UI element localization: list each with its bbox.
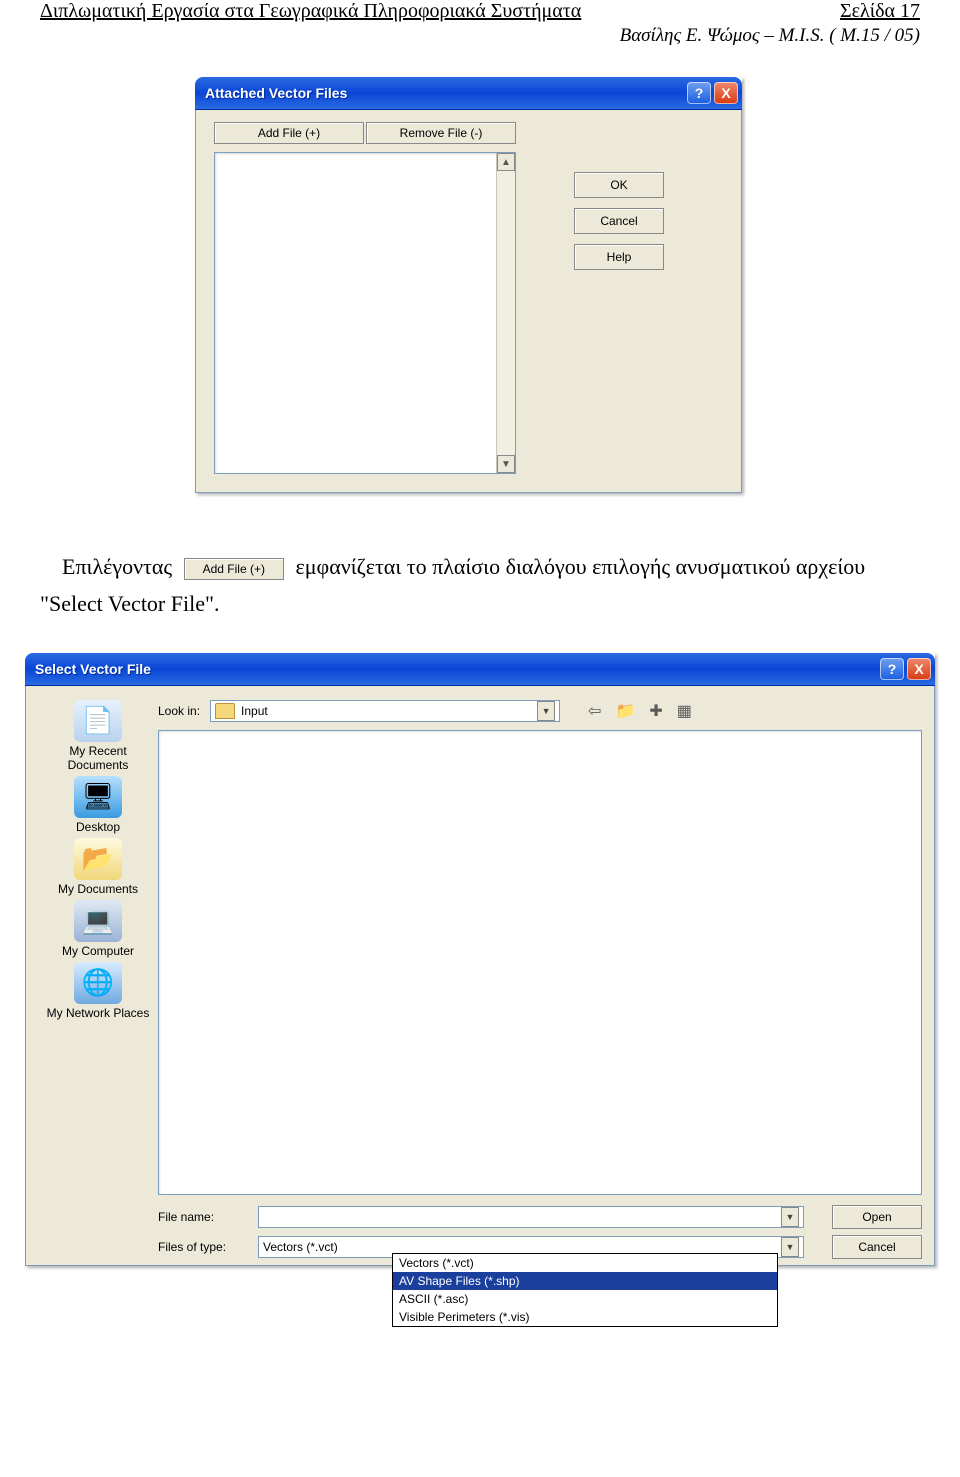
close-icon[interactable]: X — [714, 82, 738, 104]
up-folder-icon[interactable]: 📁 — [615, 701, 635, 721]
place-label: My Recent Documents — [38, 744, 158, 772]
chevron-down-icon[interactable]: ▼ — [537, 701, 555, 721]
place-computer[interactable]: 💻 My Computer — [38, 900, 158, 958]
my-network-icon: 🌐 — [74, 962, 122, 1004]
lookin-label: Look in: — [158, 704, 200, 718]
filename-label: File name: — [158, 1210, 258, 1224]
filename-combo[interactable]: ▼ — [258, 1206, 804, 1228]
my-documents-icon: 📂 — [74, 838, 122, 880]
help-icon[interactable]: ? — [687, 82, 711, 104]
add-file-button[interactable]: Add File (+) — [214, 122, 364, 144]
cancel-button[interactable]: Cancel — [832, 1235, 922, 1259]
filetype-option[interactable]: AV Shape Files (*.shp) — [393, 1272, 777, 1290]
para-text-1: Επιλέγοντας — [62, 554, 172, 579]
titlebar[interactable]: Select Vector File ? X — [25, 653, 935, 686]
file-listbox[interactable]: ▲ ▼ — [214, 152, 516, 474]
cancel-button[interactable]: Cancel — [574, 208, 664, 234]
place-label: My Documents — [38, 882, 158, 896]
lookin-value: Input — [241, 704, 268, 718]
page-number: Σελίδα 17 — [840, 0, 920, 23]
filetype-value: Vectors (*.vct) — [263, 1240, 338, 1254]
close-icon[interactable]: X — [907, 658, 931, 680]
filetype-option[interactable]: Vectors (*.vct) — [393, 1254, 777, 1272]
chevron-down-icon[interactable]: ▼ — [781, 1207, 799, 1227]
back-icon[interactable]: ⇦ — [588, 701, 601, 721]
places-bar: 📄 My Recent Documents 🖥 Desktop 📂 My Doc… — [38, 700, 158, 1265]
my-computer-icon: 💻 — [74, 900, 122, 942]
dialog-title: Attached Vector Files — [205, 85, 684, 101]
chevron-down-icon[interactable]: ▼ — [781, 1237, 799, 1257]
attached-vector-files-dialog: Attached Vector Files ? X Add File (+) R… — [195, 77, 742, 493]
place-label: My Computer — [38, 944, 158, 958]
scroll-up-icon[interactable]: ▲ — [497, 153, 515, 171]
doc-author: Βασίλης Ε. Ψώμος – M.I.S. ( Μ.15 / 05) — [40, 25, 920, 47]
place-network[interactable]: 🌐 My Network Places — [38, 962, 158, 1020]
doc-title: Διπλωματική Εργασία στα Γεωγραφικά Πληρο… — [40, 0, 581, 23]
file-list-pane[interactable] — [158, 730, 922, 1195]
place-desktop[interactable]: 🖥 Desktop — [38, 776, 158, 834]
scroll-down-icon[interactable]: ▼ — [497, 455, 515, 473]
folder-icon — [215, 703, 235, 719]
remove-file-button[interactable]: Remove File (-) — [366, 122, 516, 144]
ok-button[interactable]: OK — [574, 172, 664, 198]
recent-documents-icon: 📄 — [74, 700, 122, 742]
dialog-title: Select Vector File — [35, 661, 877, 677]
listbox-scrollbar[interactable]: ▲ ▼ — [496, 153, 515, 473]
titlebar[interactable]: Attached Vector Files ? X — [195, 77, 742, 110]
help-icon[interactable]: ? — [880, 658, 904, 680]
body-paragraph: Επιλέγοντας Add File (+) εμφανίζεται το … — [40, 548, 920, 623]
filetype-option[interactable]: ASCII (*.asc) — [393, 1290, 777, 1308]
filetype-label: Files of type: — [158, 1240, 258, 1254]
place-label: Desktop — [38, 820, 158, 834]
lookin-combo[interactable]: Input ▼ — [210, 700, 560, 722]
help-button[interactable]: Help — [574, 244, 664, 270]
select-vector-file-dialog: Select Vector File ? X 📄 My Recent Docum… — [25, 653, 935, 1266]
place-recent[interactable]: 📄 My Recent Documents — [38, 700, 158, 772]
place-documents[interactable]: 📂 My Documents — [38, 838, 158, 896]
filetype-option[interactable]: Visible Perimeters (*.vis) — [393, 1308, 777, 1326]
open-button[interactable]: Open — [832, 1205, 922, 1229]
inline-add-file-button: Add File (+) — [184, 558, 284, 580]
desktop-icon: 🖥 — [74, 776, 122, 818]
views-icon[interactable]: ▦ — [677, 701, 692, 721]
filetype-dropdown-list[interactable]: Vectors (*.vct)AV Shape Files (*.shp)ASC… — [392, 1253, 778, 1327]
place-label: My Network Places — [38, 1006, 158, 1020]
new-folder-icon[interactable]: ✚ — [649, 701, 662, 721]
